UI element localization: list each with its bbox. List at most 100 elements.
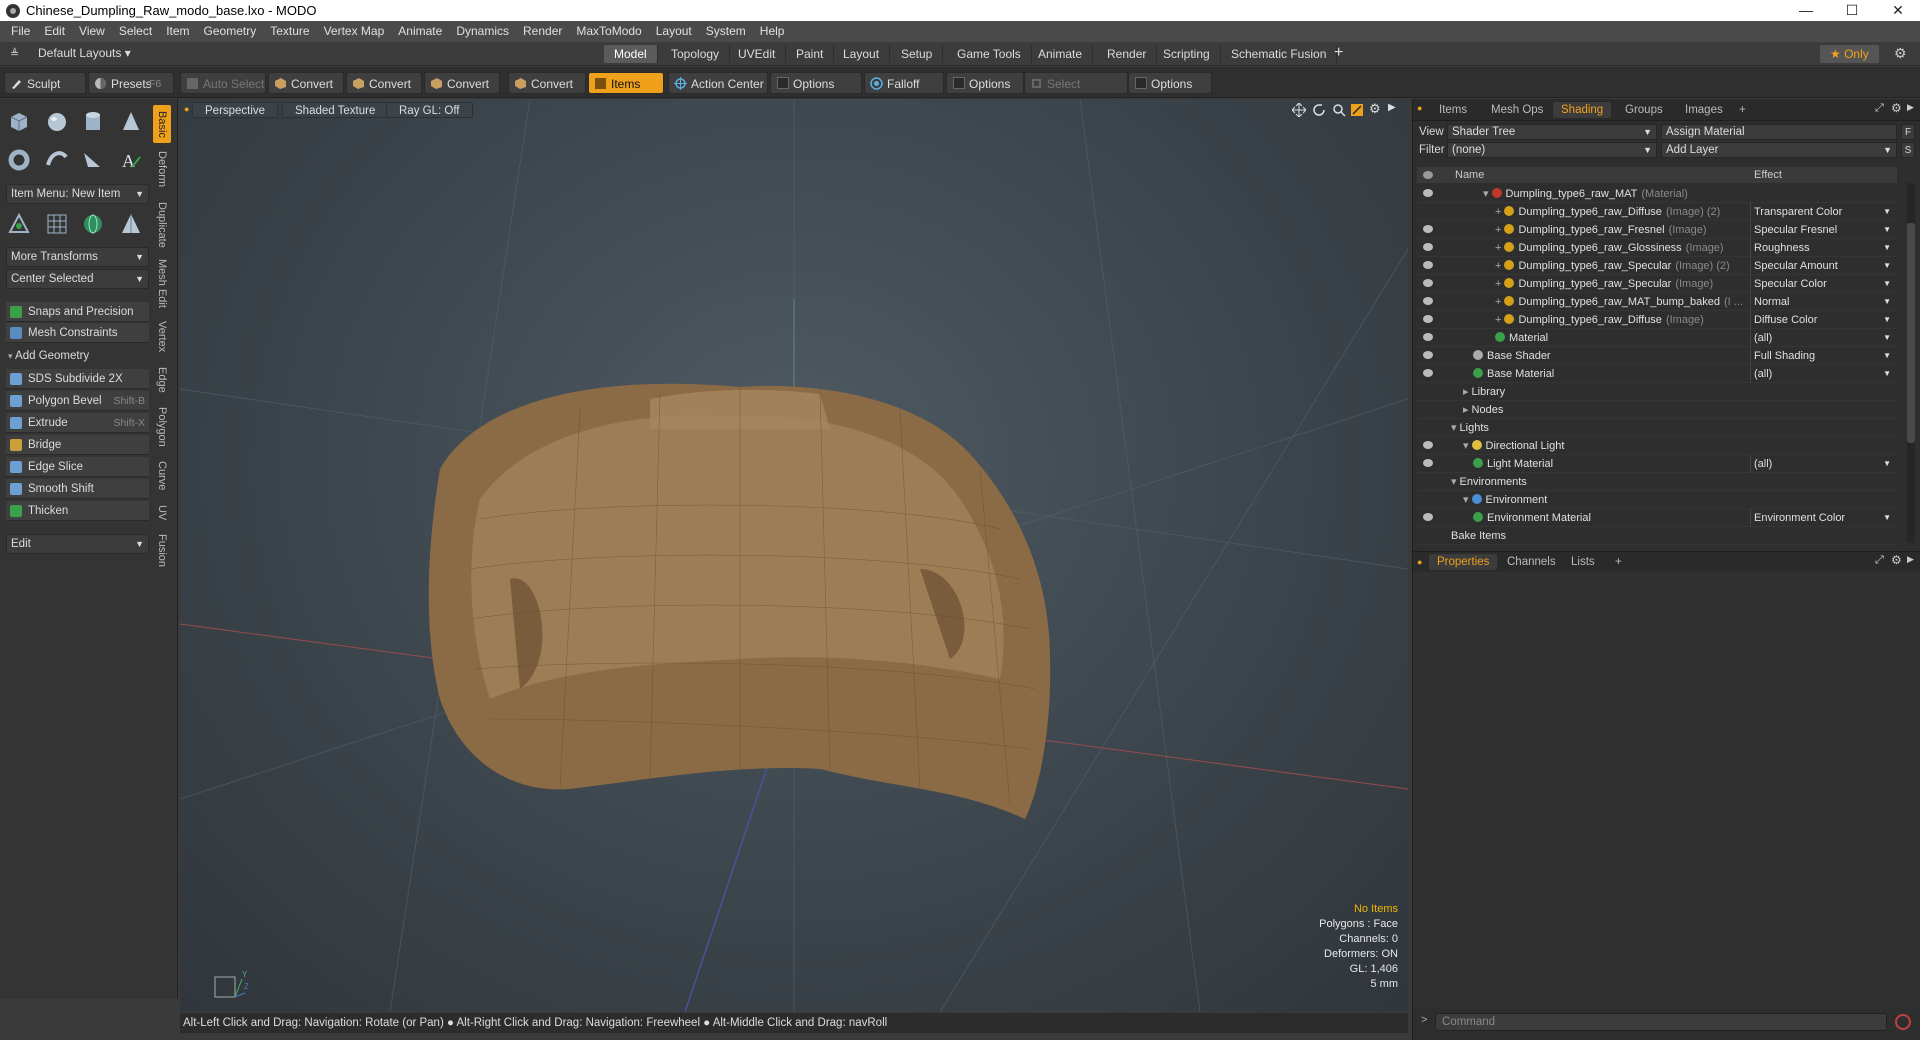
expand-panel-icon[interactable]: ⤢ (1875, 102, 1884, 115)
eye-icon[interactable] (1423, 243, 1433, 251)
tab-schematic-fusion[interactable]: Schematic Fusion (1221, 45, 1338, 63)
eye-icon[interactable] (1423, 261, 1433, 269)
pan-icon[interactable] (1292, 103, 1306, 117)
tube-icon[interactable] (44, 147, 70, 173)
shaded-texture-dropdown[interactable]: Shaded Texture (282, 102, 389, 118)
tab-groups[interactable]: Groups (1617, 102, 1671, 118)
collapse-icon[interactable]: ▾ (1463, 440, 1469, 452)
panel-more-icon[interactable]: ▶ (1907, 554, 1914, 565)
extrude-button[interactable]: Extrude Shift-X (6, 413, 149, 433)
eye-icon[interactable] (1423, 459, 1433, 467)
panel-gear-icon[interactable]: ⚙ (1891, 553, 1902, 567)
shader-tree-row[interactable]: + Dumpling_type6_raw_Specular (Image) Specu… (1417, 275, 1897, 293)
auto-select-button[interactable]: Auto Select (180, 72, 266, 94)
cone-icon[interactable] (118, 109, 144, 135)
effect-dropdown[interactable]: Roughness ▼ (1750, 239, 1895, 257)
menu-animate[interactable]: Animate (391, 21, 449, 42)
tab-properties[interactable]: Properties (1429, 554, 1498, 570)
presets-button[interactable]: Presets F6 (88, 72, 174, 94)
menu-maxtomodo[interactable]: MaxToModo (569, 21, 648, 42)
vtab-duplicate[interactable]: Duplicate (153, 197, 171, 253)
globe-icon[interactable] (80, 211, 106, 237)
expand-icon[interactable]: + (1495, 296, 1501, 308)
add-geometry-header[interactable]: ▾ Add Geometry (8, 350, 89, 362)
vtab-curve[interactable]: Curve (153, 457, 171, 495)
center-selected-dropdown[interactable]: Center Selected ▼ (6, 269, 149, 289)
view-dropdown[interactable]: Shader Tree ▼ (1447, 124, 1657, 140)
edit-dropdown[interactable]: Edit ▼ (6, 534, 149, 554)
menu-geometry[interactable]: Geometry (197, 21, 264, 42)
tab-topology[interactable]: Topology (661, 45, 731, 63)
rotate-icon[interactable] (1312, 103, 1326, 117)
expand-icon[interactable]: + (1495, 314, 1501, 326)
vtab-mesh-edit[interactable]: Mesh Edit (153, 257, 171, 309)
expand-icon[interactable]: + (1495, 206, 1501, 218)
tab-lists[interactable]: Lists (1563, 554, 1603, 570)
shader-tree-row[interactable]: ▾ Environment (1417, 491, 1897, 509)
add-tab-button[interactable]: + (1731, 102, 1754, 118)
sds-subdivide-button[interactable]: SDS Subdivide 2X (6, 369, 149, 389)
expand-icon[interactable]: + (1495, 278, 1501, 290)
eye-icon[interactable] (1423, 369, 1433, 377)
items-mode-button[interactable]: Items (588, 72, 664, 94)
tab-paint[interactable]: Paint (786, 45, 835, 63)
command-input[interactable]: Command (1435, 1013, 1887, 1031)
collapse-icon[interactable]: ▾ (1483, 188, 1489, 200)
options-checkbox-1[interactable] (777, 77, 789, 89)
options-checkbox-2[interactable] (953, 77, 965, 89)
effect-dropdown[interactable]: Transparent Color ▼ (1750, 203, 1895, 221)
grid-icon[interactable] (44, 211, 70, 237)
menu-texture[interactable]: Texture (263, 21, 316, 42)
s-button[interactable]: S (1901, 142, 1915, 158)
fit-icon[interactable] (1350, 103, 1364, 117)
layout-collapse-icon[interactable]: ≜ (10, 47, 19, 60)
menu-vertex-map[interactable]: Vertex Map (317, 21, 392, 42)
tab-game-tools[interactable]: Game Tools (947, 45, 1032, 63)
shader-tree-row[interactable]: ▾ Lights (1417, 419, 1897, 437)
effect-dropdown[interactable]: (all) ▼ (1750, 329, 1895, 347)
snaps-precision-button[interactable]: Snaps and Precision (6, 302, 149, 322)
vtab-vertex[interactable]: Vertex (153, 317, 171, 357)
tab-uvedit[interactable]: UVEdit (728, 45, 787, 63)
shader-tree-row[interactable]: + Dumpling_type6_raw_Diffuse (Image) (2) Tr… (1417, 203, 1897, 221)
shader-tree-row[interactable]: ▾ Directional Light (1417, 437, 1897, 455)
menu-layout[interactable]: Layout (649, 21, 699, 42)
tree-scrollbar[interactable] (1907, 183, 1915, 543)
add-layer-dropdown[interactable]: Add Layer ▼ (1661, 142, 1897, 158)
3d-viewport[interactable]: ● Perspective Shaded Texture Ray GL: Off… (180, 99, 1408, 1012)
only-toggle[interactable]: ★ Only (1820, 45, 1879, 63)
effect-dropdown[interactable]: Full Shading ▼ (1750, 347, 1895, 365)
smooth-shift-button[interactable]: Smooth Shift (6, 479, 149, 499)
sphere-icon[interactable] (44, 109, 70, 135)
eye-icon[interactable] (1423, 189, 1433, 197)
shader-tree-row[interactable]: + Dumpling_type6_raw_Specular (Image) (2) S… (1417, 257, 1897, 275)
options-checkbox-3[interactable] (1135, 77, 1147, 89)
panel-more-icon[interactable]: ▶ (1907, 102, 1914, 113)
menu-select[interactable]: Select (112, 21, 159, 42)
eye-icon[interactable] (1423, 279, 1433, 287)
convert-button-1[interactable]: Convert (268, 72, 344, 94)
action-center-button[interactable]: Action Center (668, 72, 768, 94)
menu-render[interactable]: Render (516, 21, 569, 42)
effect-dropdown[interactable]: Specular Fresnel ▼ (1750, 221, 1895, 239)
collapse-icon[interactable]: ▾ (1451, 476, 1457, 488)
viewport-expand-icon[interactable]: ▶ (1388, 102, 1396, 113)
convert-button-4[interactable]: Convert (508, 72, 586, 94)
options-button-1[interactable]: Options (770, 72, 862, 94)
shader-tree-row[interactable]: Bake Items (1417, 527, 1897, 545)
tab-layout[interactable]: Layout (833, 45, 891, 63)
shader-tree-row[interactable]: + Dumpling_type6_raw_Glossiness (Image) Rou… (1417, 239, 1897, 257)
menu-dynamics[interactable]: Dynamics (449, 21, 516, 42)
collapse-icon[interactable]: ▾ (1451, 422, 1457, 434)
text-tool-icon[interactable]: A (118, 147, 144, 173)
shader-tree-row[interactable]: Environment Material Environment Color ▼ (1417, 509, 1897, 527)
vtab-polygon[interactable]: Polygon (153, 403, 171, 451)
record-icon[interactable] (1895, 1014, 1911, 1030)
gear-icon[interactable]: ⚙ (1894, 45, 1907, 62)
tab-scripting[interactable]: Scripting (1153, 45, 1221, 63)
vtab-edge[interactable]: Edge (153, 363, 171, 397)
close-button[interactable]: ✕ (1876, 0, 1920, 21)
tab-shading[interactable]: Shading (1553, 102, 1612, 118)
shader-tree-row[interactable]: + Dumpling_type6_raw_Fresnel (Image) Specul… (1417, 221, 1897, 239)
expand-panel-icon[interactable]: ⤢ (1875, 554, 1884, 567)
